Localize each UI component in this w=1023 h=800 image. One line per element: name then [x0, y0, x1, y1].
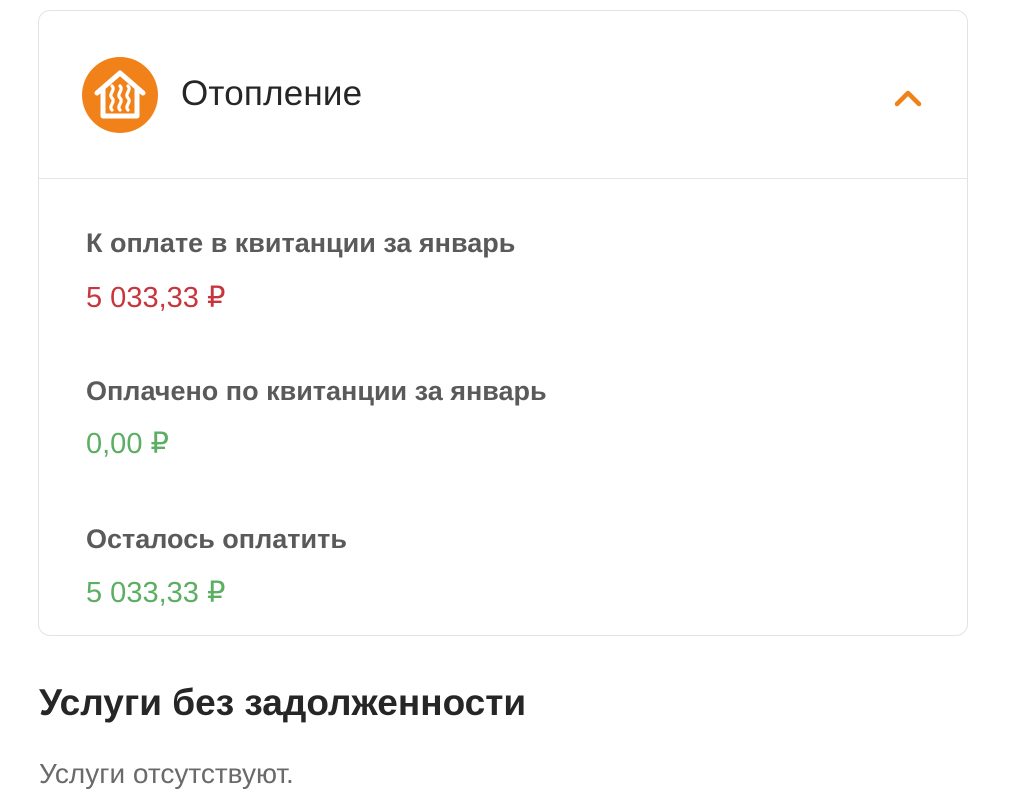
service-card-header[interactable]: Отопление [39, 11, 967, 179]
due-amount-label: К оплате в квитанции за январь [86, 228, 516, 258]
remaining-amount-label: Осталось оплатить [86, 524, 347, 554]
paid-amount-label: Оплачено по квитанции за январь [86, 376, 547, 406]
heating-house-icon [82, 57, 158, 133]
paid-amount-value: 0,00 ₽ [86, 428, 169, 460]
remaining-amount-value: 5 033,33 ₽ [86, 577, 226, 609]
empty-services-text: Услуги отсутствуют. [39, 758, 294, 789]
service-card-heating: Отопление К оплате в квитанции за январь… [38, 10, 968, 636]
due-amount-value: 5 033,33 ₽ [86, 282, 226, 314]
chevron-up-icon[interactable] [885, 79, 931, 117]
section-title-no-debt: Услуги без задолженности [39, 682, 527, 723]
service-title: Отопление [181, 74, 363, 113]
